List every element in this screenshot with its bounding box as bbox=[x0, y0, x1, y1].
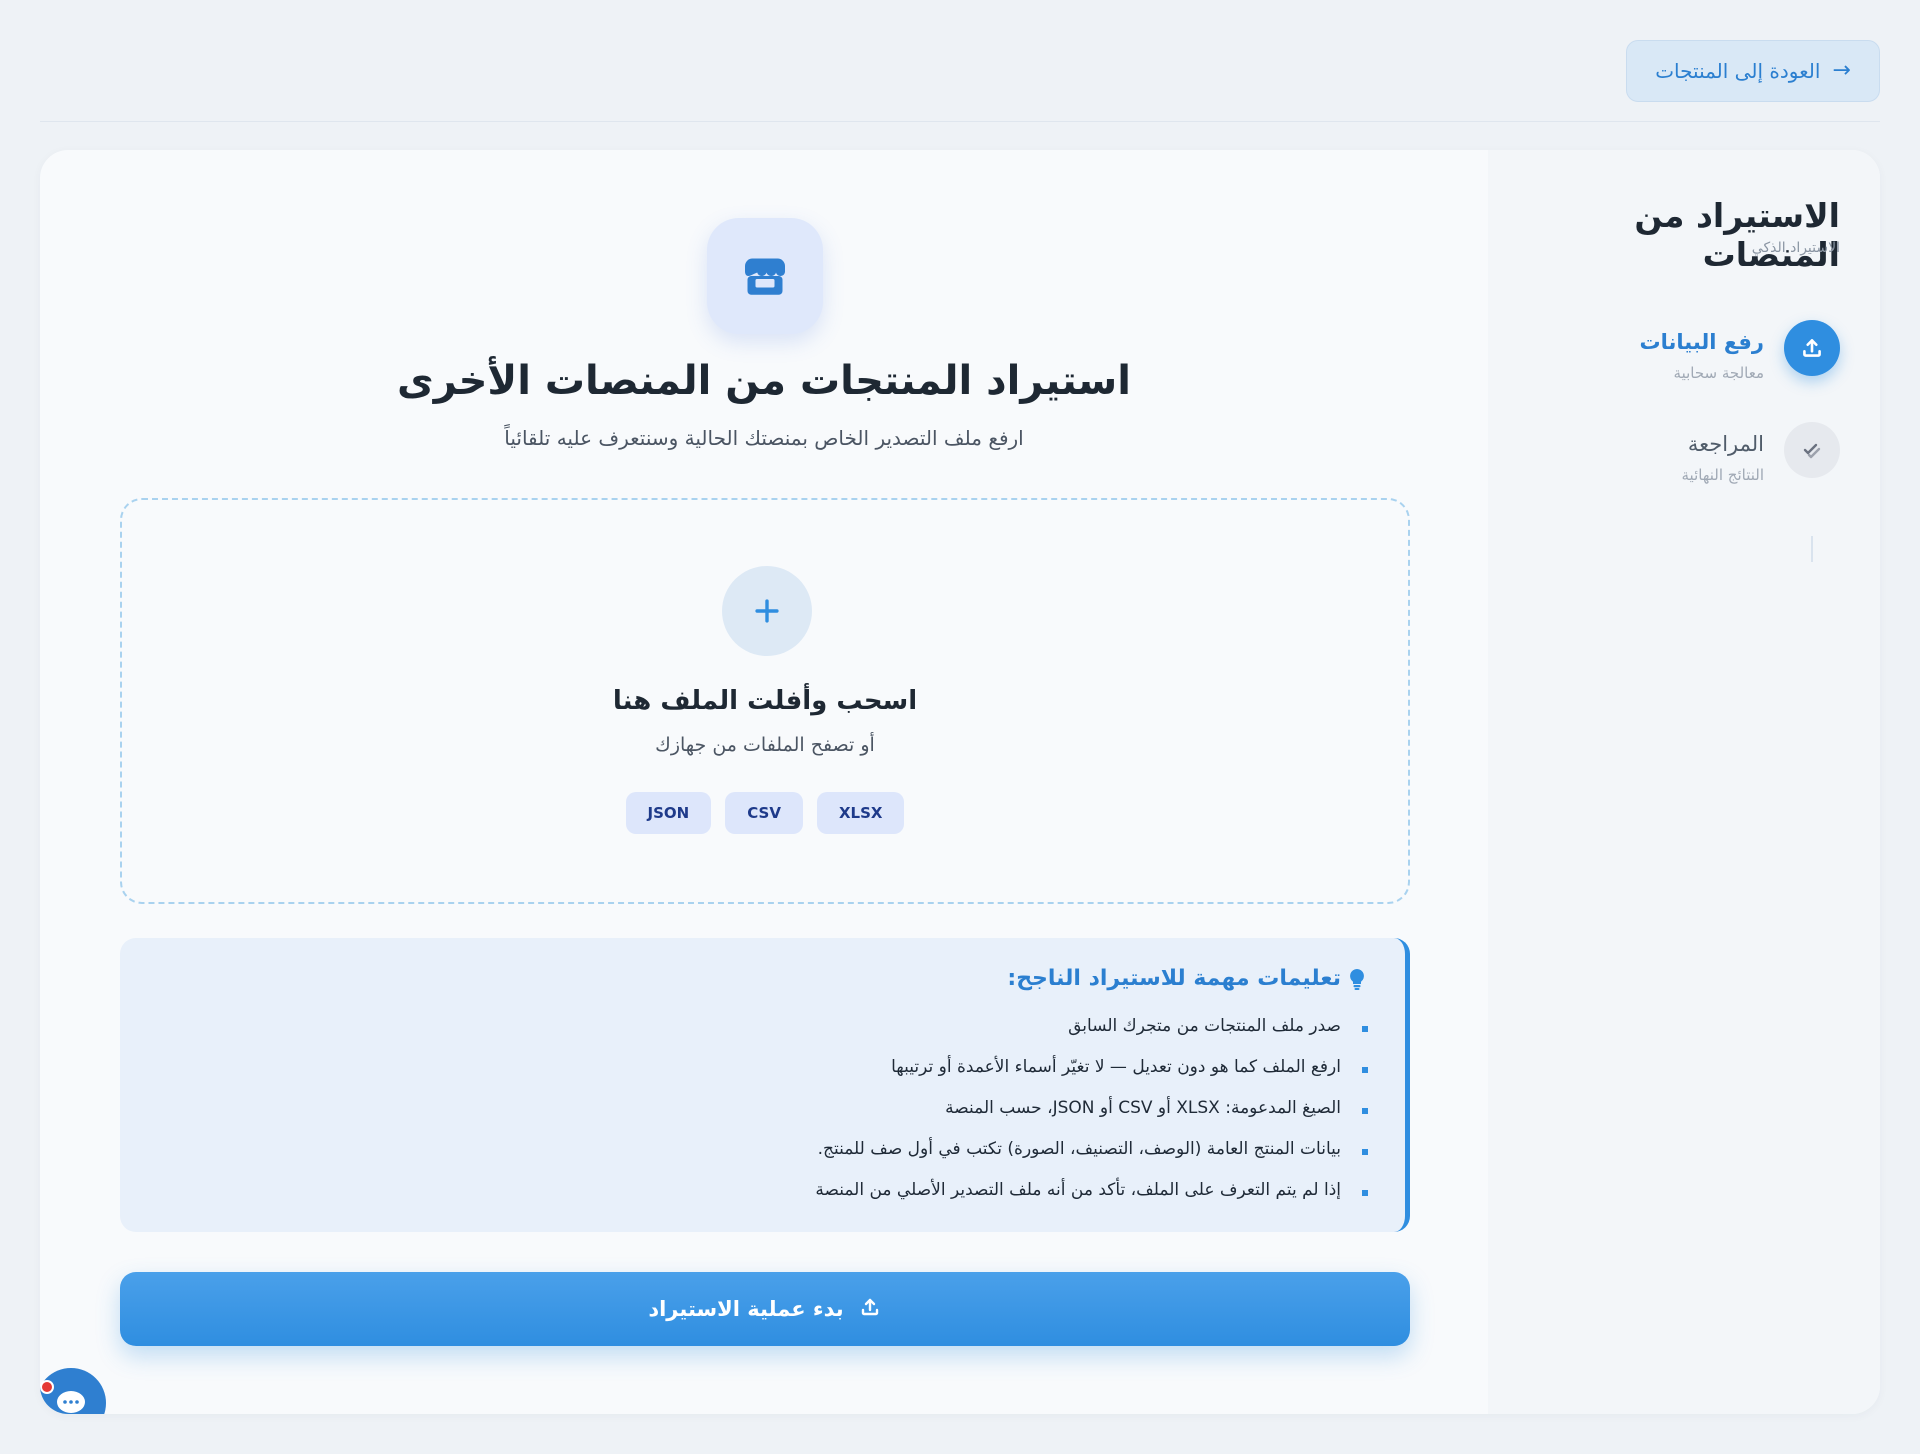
instructions-title: تعليمات مهمة للاستيراد الناجح: bbox=[1007, 966, 1341, 991]
step-upload-sub: معالجة سحابية bbox=[1673, 364, 1764, 382]
back-button-label: العودة إلى المنتجات bbox=[1655, 59, 1821, 83]
instructions-list: صدر ملف المنتجات من متجرك السابق ارفع ال… bbox=[815, 1016, 1368, 1221]
arrow-right-icon: → bbox=[1832, 58, 1851, 83]
list-item: الصيغ المدعومة: XLSX أو CSV أو JSON، حسب… bbox=[815, 1098, 1368, 1139]
list-item: إذا لم يتم التعرف على الملف، تأكد من أنه… bbox=[815, 1180, 1368, 1221]
step-upload-label: رفع البيانات bbox=[1639, 330, 1764, 354]
main-panel: استيراد المنتجات من المنصات الأخرى ارفع … bbox=[40, 150, 1488, 1414]
sidebar-title: الاستيراد من المنصات bbox=[1634, 196, 1840, 274]
step-review-label: المراجعة bbox=[1687, 432, 1764, 456]
check-icon bbox=[1784, 422, 1840, 478]
format-chip-xlsx: XLSX bbox=[816, 792, 905, 834]
file-dropzone[interactable]: اسحب وأفلت الملف هنا أو تصفح الملفات من … bbox=[120, 498, 1410, 904]
steps-sidebar: الاستيراد من المنصات الاستيراد الذكي رفع… bbox=[1488, 150, 1880, 1414]
import-card: الاستيراد من المنصات الاستيراد الذكي رفع… bbox=[40, 150, 1880, 1414]
start-import-label: بدء عملية الاستيراد bbox=[648, 1297, 844, 1321]
step-upload[interactable]: رفع البيانات معالجة سحابية bbox=[1520, 320, 1840, 400]
plus-icon bbox=[722, 566, 812, 656]
step-connector bbox=[1811, 536, 1813, 562]
list-item: ارفع الملف كما هو دون تعديل — لا تغيّر أ… bbox=[815, 1057, 1368, 1098]
format-chip-csv: CSV bbox=[725, 792, 803, 834]
list-item: صدر ملف المنتجات من متجرك السابق bbox=[815, 1016, 1368, 1057]
top-bar: → العودة إلى المنتجات bbox=[40, 0, 1880, 122]
list-item: بيانات المنتج العامة (الوصف، التصنيف، ال… bbox=[815, 1139, 1368, 1180]
instructions-box: تعليمات مهمة للاستيراد الناجح: صدر ملف ا… bbox=[120, 938, 1410, 1232]
store-icon bbox=[707, 218, 823, 334]
format-chip-json: JSON bbox=[625, 792, 712, 834]
back-to-products-button[interactable]: → العودة إلى المنتجات bbox=[1626, 40, 1880, 102]
step-review[interactable]: المراجعة النتائج النهائية bbox=[1520, 422, 1840, 502]
notification-dot bbox=[40, 1380, 54, 1394]
page-subtitle: ارفع ملف التصدير الخاص بمنصتك الحالية وس… bbox=[504, 426, 1024, 450]
dropzone-title: اسحب وأفلت الملف هنا bbox=[612, 686, 918, 716]
sidebar-subtitle: الاستيراد الذكي bbox=[1751, 240, 1840, 256]
step-review-sub: النتائج النهائية bbox=[1681, 466, 1764, 484]
upload-icon bbox=[1784, 320, 1840, 376]
chat-bubble-icon bbox=[57, 1391, 85, 1413]
start-import-button[interactable]: بدء عملية الاستيراد bbox=[120, 1272, 1410, 1346]
format-chips: XLSX CSV JSON bbox=[122, 792, 1408, 834]
browse-files-link[interactable]: أو تصفح الملفات من جهازك bbox=[122, 734, 1408, 756]
page-title: استيراد المنتجات من المنصات الأخرى bbox=[397, 358, 1131, 404]
lightbulb-icon bbox=[1347, 968, 1367, 996]
upload-icon bbox=[858, 1295, 882, 1324]
